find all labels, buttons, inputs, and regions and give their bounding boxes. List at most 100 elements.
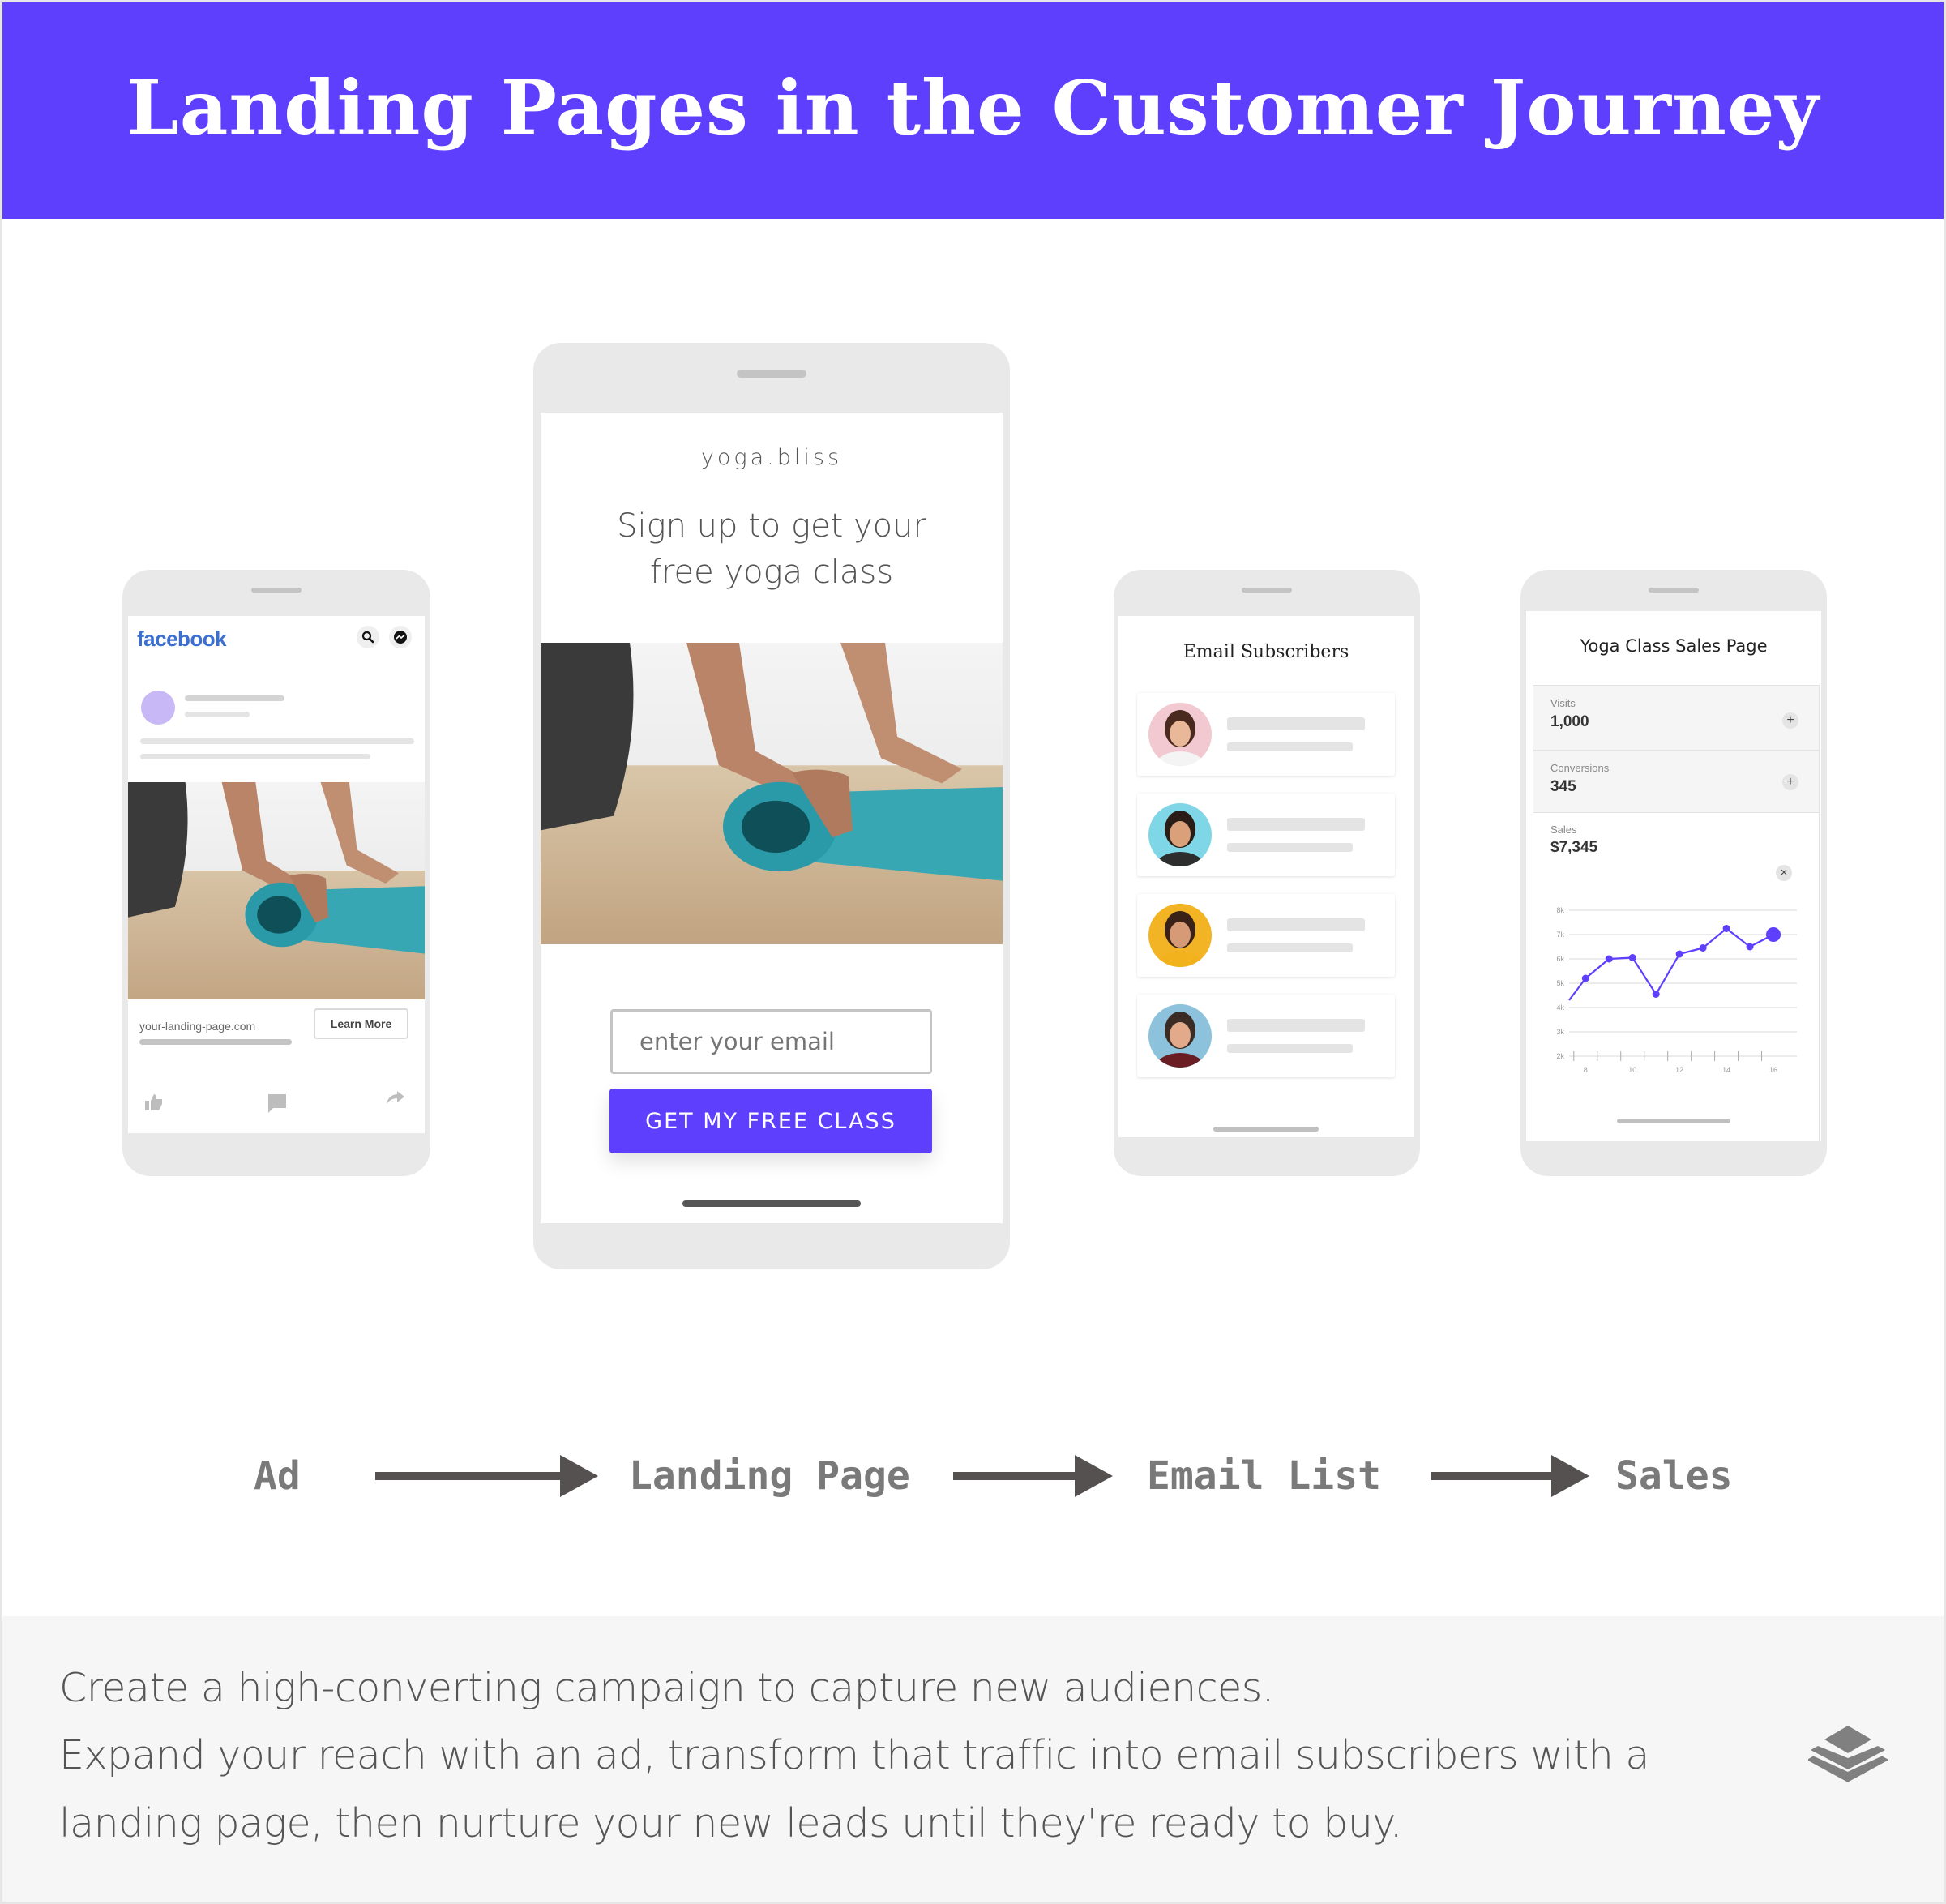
subscriber-avatar: [1148, 904, 1212, 967]
flow-step-sales: Sales: [1615, 1453, 1733, 1499]
subscriber-email-placeholder: [1227, 1044, 1353, 1053]
search-icon[interactable]: [357, 626, 379, 648]
footer-description: Create a high-converting campaign to cap…: [2, 1616, 1944, 1902]
home-indicator: [682, 1200, 861, 1207]
ad-screen: facebook your-landing-page.com Learn Mor…: [128, 616, 425, 1133]
author-name-placeholder: [185, 695, 284, 701]
expand-icon[interactable]: +: [1782, 774, 1798, 790]
arrow-right-icon: [1431, 1455, 1589, 1497]
metric-conversions[interactable]: Conversions 345 +: [1533, 751, 1820, 814]
subscriber-name-placeholder: [1227, 717, 1365, 730]
subscriber-card[interactable]: [1137, 995, 1395, 1077]
post-author-avatar: [141, 691, 175, 725]
subscriber-card[interactable]: [1137, 894, 1395, 977]
landing-screen: yoga.bliss Sign up to get your free yoga…: [541, 413, 1003, 1223]
page-title: Landing Pages in the Customer Journey: [126, 63, 1820, 152]
subscriber-name-placeholder: [1227, 918, 1365, 931]
data-point: [1628, 954, 1636, 961]
arrow-right-icon: [953, 1455, 1113, 1497]
sales-chart-card: Sales $7,345 × 2k 3k 4k 5k 6k 7k 8k 8 10 12 14 16: [1533, 812, 1820, 1141]
metric-label: Visits: [1550, 697, 1576, 709]
x-tick-label: 10: [1628, 1066, 1636, 1074]
sales-screen: Yoga Class Sales Page Visits 1,000 + Con…: [1526, 611, 1821, 1141]
headline-line-2: free yoga class: [649, 554, 894, 591]
post-time-placeholder: [185, 712, 250, 717]
email-list-screen: Email Subscribers: [1118, 616, 1414, 1137]
ad-image-yoga-mat[interactable]: [128, 782, 425, 999]
post-text-placeholder: [140, 738, 414, 744]
x-tick-label: 16: [1769, 1066, 1777, 1074]
landing-page-phone-mockup: yoga.bliss Sign up to get your free yoga…: [533, 343, 1010, 1269]
comment-icon[interactable]: [267, 1093, 288, 1118]
layers-icon: [1808, 1726, 1888, 1782]
sales-phone-mockup: Yoga Class Sales Page Visits 1,000 + Con…: [1520, 570, 1827, 1176]
ad-description-placeholder: [139, 1039, 292, 1045]
y-tick-label: 8k: [1556, 906, 1564, 914]
arrow-right-icon: [375, 1455, 598, 1497]
y-tick-label: 5k: [1556, 979, 1564, 987]
current-point: [1766, 927, 1781, 942]
x-tick-label: 14: [1722, 1066, 1730, 1074]
infographic: Landing Pages in the Customer Journey fa…: [2, 2, 1944, 1902]
y-tick-label: 6k: [1556, 955, 1564, 963]
share-icon[interactable]: [386, 1088, 405, 1111]
metric-value: 345: [1550, 778, 1576, 795]
data-point: [1581, 974, 1589, 982]
data-point: [1652, 991, 1660, 998]
landing-headline: Sign up to get your free yoga class: [541, 503, 1003, 596]
data-point: [1722, 925, 1730, 932]
home-indicator: [1617, 1119, 1730, 1123]
like-icon[interactable]: [144, 1093, 164, 1116]
close-icon[interactable]: ×: [1776, 865, 1792, 881]
subscriber-avatar: [1148, 703, 1212, 766]
metric-label: Conversions: [1550, 762, 1610, 774]
get-free-class-button[interactable]: GET MY FREE CLASS: [609, 1089, 932, 1153]
subscriber-email-placeholder: [1227, 742, 1353, 751]
email-subscribers-title: Email Subscribers: [1183, 642, 1349, 662]
facebook-logo: facebook: [137, 627, 227, 651]
flow-step-email-list: Email List: [1147, 1453, 1381, 1499]
metric-visits[interactable]: Visits 1,000 +: [1533, 685, 1820, 751]
subscriber-name-placeholder: [1227, 1019, 1365, 1032]
email-input[interactable]: [610, 1009, 932, 1074]
headline-line-1: Sign up to get your: [617, 507, 926, 545]
y-tick-label: 3k: [1556, 1028, 1564, 1036]
data-point: [1675, 950, 1683, 958]
sales-value: $7,345: [1550, 839, 1598, 856]
subscriber-email-placeholder: [1227, 943, 1353, 952]
ad-phone-mockup: facebook your-landing-page.com Learn Mor…: [122, 570, 430, 1176]
x-tick-label: 8: [1584, 1066, 1588, 1074]
sales-line: [1568, 927, 1774, 1001]
ad-url[interactable]: your-landing-page.com: [139, 1020, 255, 1033]
sales-page-title: Yoga Class Sales Page: [1580, 636, 1768, 656]
phone-speaker: [1649, 588, 1699, 593]
y-tick-label: 7k: [1556, 931, 1564, 939]
phone-speaker: [737, 370, 806, 378]
brand-name: yoga.bliss: [700, 445, 843, 470]
expand-icon[interactable]: +: [1782, 712, 1798, 729]
subscriber-name-placeholder: [1227, 818, 1365, 831]
data-point: [1699, 944, 1707, 952]
flow-step-landing-page: Landing Page: [629, 1453, 910, 1499]
email-list-phone-mockup: Email Subscribers: [1114, 570, 1420, 1176]
subscriber-avatar: [1148, 803, 1212, 866]
subscriber-card[interactable]: [1137, 794, 1395, 876]
home-indicator: [1213, 1127, 1319, 1132]
y-tick-label: 2k: [1556, 1052, 1564, 1060]
data-point: [1746, 943, 1754, 951]
messenger-icon[interactable]: [389, 626, 412, 648]
footer-line-3: landing page, then nurture your new lead…: [59, 1800, 1402, 1846]
learn-more-button[interactable]: Learn More: [314, 1008, 408, 1039]
y-tick-label: 4k: [1556, 1003, 1564, 1012]
phone-speaker: [251, 588, 302, 593]
footer-line-1: Create a high-converting campaign to cap…: [59, 1665, 1274, 1711]
subscriber-avatar: [1148, 1004, 1212, 1068]
data-point: [1605, 955, 1613, 963]
x-tick-label: 12: [1675, 1066, 1683, 1074]
sales-label: Sales: [1550, 824, 1577, 836]
phone-speaker: [1242, 588, 1292, 593]
hero-image-yoga-mat: [541, 643, 1003, 944]
metric-value: 1,000: [1550, 713, 1589, 730]
subscriber-card[interactable]: [1137, 693, 1395, 776]
footer-line-2: Expand your reach with an ad, transform …: [59, 1732, 1649, 1778]
